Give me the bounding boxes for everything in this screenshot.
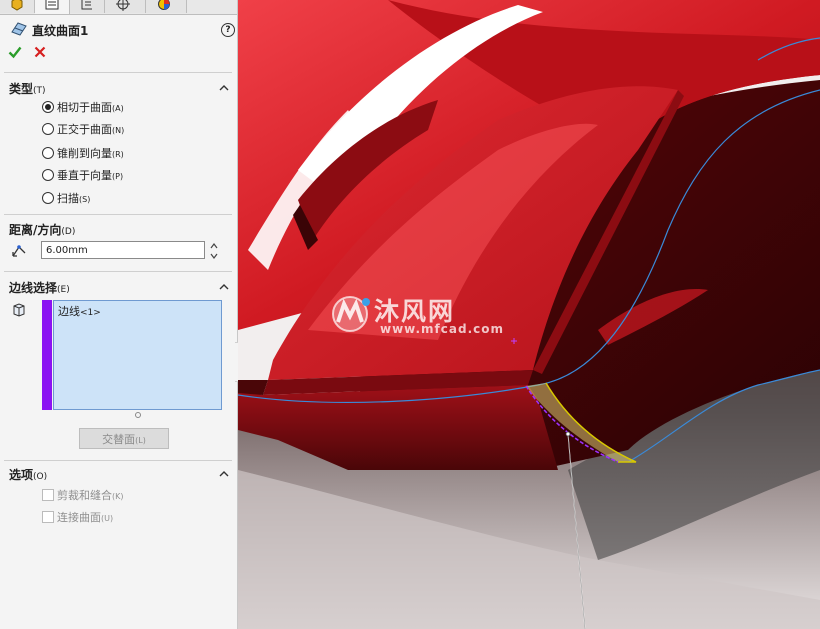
ruled-surface-icon bbox=[11, 22, 27, 36]
manager-tab-bar bbox=[0, 0, 237, 15]
mfcad-logo-icon bbox=[332, 296, 370, 332]
feature-title: 直纹曲面1 bbox=[32, 24, 89, 38]
list-resize-handle[interactable] bbox=[135, 412, 141, 418]
radio-button[interactable] bbox=[42, 169, 54, 181]
collapse-chevron-icon[interactable] bbox=[219, 84, 229, 92]
alternate-face-button[interactable]: 交替面(L) bbox=[79, 428, 169, 449]
list-item[interactable]: 边线<1> bbox=[58, 303, 101, 319]
dimxpert-icon bbox=[116, 0, 130, 11]
distance-input[interactable]: 6.00mm bbox=[41, 241, 205, 259]
graphics-viewport[interactable]: 沐风网 www.mfcad.com bbox=[238, 0, 820, 629]
display-manager-icon bbox=[158, 0, 170, 10]
checkbox[interactable] bbox=[42, 489, 54, 501]
checkbox[interactable] bbox=[42, 511, 54, 523]
cancel-x-icon[interactable] bbox=[34, 45, 46, 59]
edge-selection-list[interactable]: 边线<1> bbox=[53, 300, 222, 410]
divider bbox=[4, 460, 232, 461]
radio-button[interactable] bbox=[42, 101, 54, 113]
tab-dimxpert-manager[interactable] bbox=[105, 0, 146, 13]
distance-direction-icon bbox=[12, 245, 26, 257]
edge-selection-icon bbox=[13, 303, 25, 317]
divider bbox=[4, 214, 232, 215]
help-icon[interactable]: ? bbox=[221, 23, 235, 37]
collapse-chevron-icon[interactable] bbox=[219, 283, 229, 291]
radio-button[interactable] bbox=[42, 192, 54, 204]
tab-property-manager[interactable] bbox=[35, 0, 70, 14]
ok-check-icon[interactable] bbox=[8, 45, 22, 59]
distance-spinner-icon[interactable] bbox=[209, 241, 219, 261]
configuration-icon bbox=[81, 0, 92, 10]
collapse-chevron-icon[interactable] bbox=[219, 470, 229, 478]
selection-color-bar bbox=[42, 300, 52, 410]
property-manager-icon bbox=[45, 0, 59, 10]
tab-display-manager[interactable] bbox=[146, 0, 187, 13]
radio-button[interactable] bbox=[42, 147, 54, 159]
divider bbox=[4, 271, 232, 272]
tab-feature-manager[interactable] bbox=[0, 0, 35, 13]
options-section-title[interactable]: 选项(O) bbox=[9, 466, 47, 483]
watermark: 沐风网 www.mfcad.com bbox=[330, 292, 503, 342]
distance-section-title[interactable]: 距离/方向(D) bbox=[9, 221, 75, 238]
property-manager: 直纹曲面1 ? 类型(T) 相切于曲面(A) 正交于曲面(N) 锥削到向量(R)… bbox=[0, 0, 238, 629]
edge-selection-section-title[interactable]: 边线选择(E) bbox=[9, 279, 70, 296]
mouse-model-render bbox=[238, 0, 820, 629]
divider bbox=[4, 72, 232, 73]
radio-button[interactable] bbox=[42, 123, 54, 135]
type-section-title[interactable]: 类型(T) bbox=[9, 80, 46, 97]
watermark-url: www.mfcad.com bbox=[380, 322, 504, 336]
tab-configuration-manager[interactable] bbox=[70, 0, 105, 13]
feature-manager-icon bbox=[11, 0, 23, 11]
feature-title-bar: 直纹曲面1 ? bbox=[10, 20, 235, 38]
